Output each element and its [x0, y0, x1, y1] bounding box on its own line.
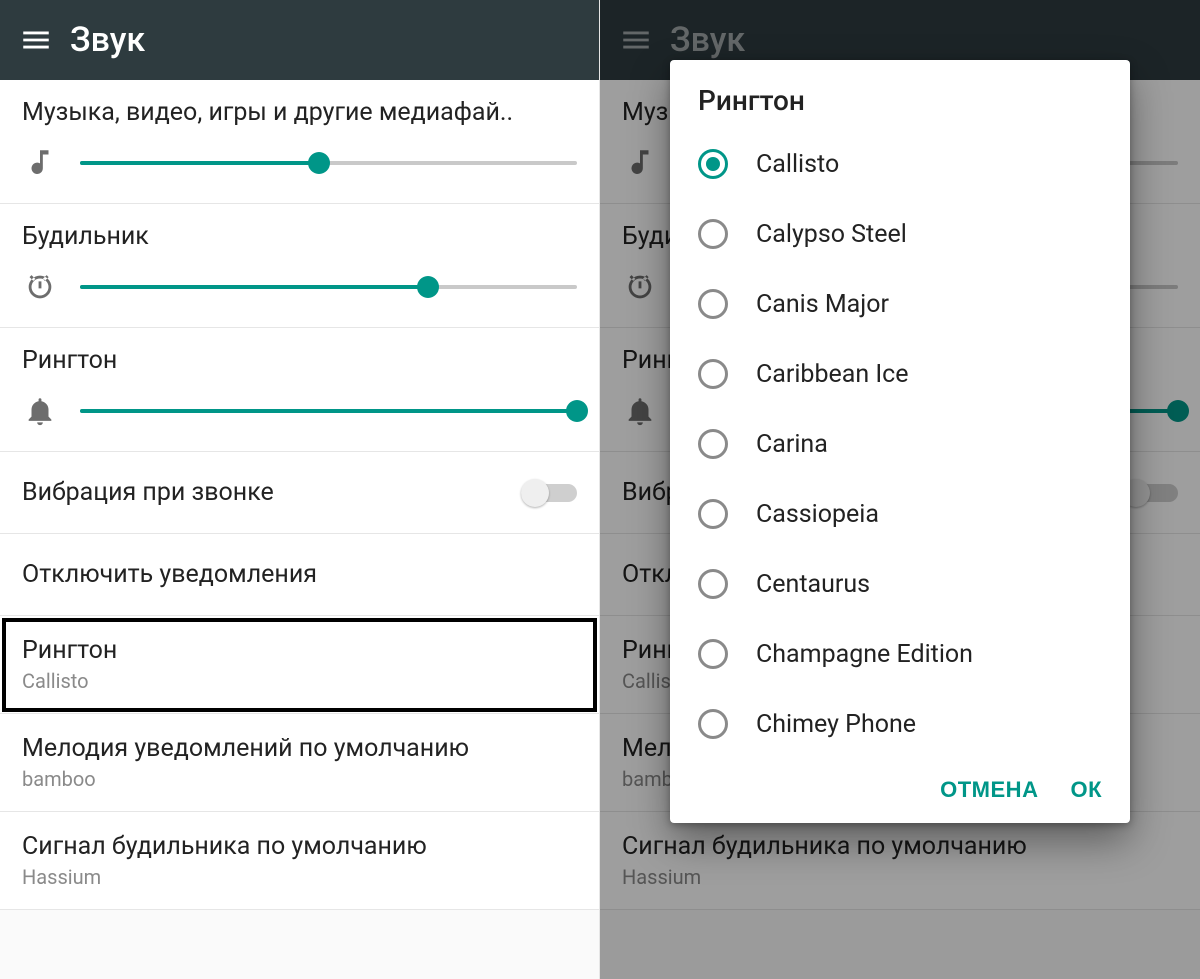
- ring-volume-label: Рингтон: [22, 346, 577, 375]
- ringtone-option-label: Caribbean Ice: [756, 360, 909, 389]
- alarm-volume-label: Будильник: [22, 222, 577, 251]
- sound-settings-screen-with-dialog: Звук Музыка, видео, игры и другие медиаф…: [600, 0, 1200, 979]
- alarm-clock-icon: [22, 269, 58, 305]
- appbar: Звук: [0, 0, 599, 80]
- hamburger-icon: [19, 23, 53, 57]
- ringtone-option-label: Chimey Phone: [756, 710, 916, 739]
- alarm-volume-section: Будильник: [0, 204, 599, 328]
- vibrate-on-call-row[interactable]: Вибрация при звонке: [0, 452, 599, 534]
- page-title: Звук: [70, 20, 145, 60]
- notification-row-label: Мелодия уведомлений по умолчанию: [22, 734, 577, 763]
- ringtone-option-label: Centaurus: [756, 570, 870, 599]
- notification-sound-row[interactable]: Мелодия уведомлений по умолчанию bamboo: [0, 714, 599, 812]
- bell-icon: [22, 393, 58, 429]
- notification-row-value: bamboo: [22, 767, 577, 791]
- ringtone-row[interactable]: Рингтон Callisto: [0, 616, 599, 714]
- ringtone-option-label: Cassiopeia: [756, 500, 879, 529]
- alarm-sound-row-label: Сигнал будильника по умолчанию: [22, 832, 577, 861]
- ringtone-option-label: Champagne Edition: [756, 640, 973, 669]
- sound-settings-screen: Звук Музыка, видео, игры и другие медиаф…: [0, 0, 600, 979]
- ringtone-row-label: Рингтон: [22, 636, 577, 665]
- radio-icon: [698, 359, 728, 389]
- ringtone-row-value: Callisto: [22, 669, 577, 693]
- radio-icon: [698, 709, 728, 739]
- music-note-icon: [22, 145, 58, 181]
- ringtone-option[interactable]: Carina: [670, 409, 1130, 479]
- ringtone-option[interactable]: Champagne Edition: [670, 619, 1130, 689]
- ringtone-option[interactable]: Canis Major: [670, 269, 1130, 339]
- ringtone-option-label: Canis Major: [756, 290, 889, 319]
- menu-button: [608, 12, 664, 68]
- ringtone-option-label: Carina: [756, 430, 828, 459]
- radio-icon: [698, 429, 728, 459]
- ringtone-option-label: Callisto: [756, 150, 839, 179]
- menu-button[interactable]: [8, 12, 64, 68]
- ringtone-option[interactable]: Cassiopeia: [670, 479, 1130, 549]
- ring-volume-slider[interactable]: [80, 393, 577, 429]
- vibrate-switch[interactable]: [521, 479, 577, 507]
- alarm-sound-row-value: Hassium: [22, 865, 577, 889]
- alarm-volume-slider[interactable]: [80, 269, 577, 305]
- radio-icon: [698, 639, 728, 669]
- radio-icon: [698, 149, 728, 179]
- ringtone-option[interactable]: Centaurus: [670, 549, 1130, 619]
- ringtone-option[interactable]: Callisto: [670, 129, 1130, 199]
- ok-button[interactable]: ОК: [1070, 777, 1102, 803]
- cancel-button[interactable]: ОТМЕНА: [940, 777, 1038, 803]
- ringtone-option[interactable]: Calypso Steel: [670, 199, 1130, 269]
- radio-icon: [698, 219, 728, 249]
- ringtone-option[interactable]: Caribbean Ice: [670, 339, 1130, 409]
- radio-icon: [698, 289, 728, 319]
- ringtone-option[interactable]: Chimey Phone: [670, 689, 1130, 759]
- alarm-sound-row[interactable]: Сигнал будильника по умолчанию Hassium: [0, 812, 599, 910]
- media-volume-label: Музыка, видео, игры и другие медиафай..: [22, 98, 577, 127]
- media-volume-slider[interactable]: [80, 145, 577, 181]
- dialog-title: Рингтон: [670, 84, 1130, 129]
- page-title: Звук: [670, 20, 745, 60]
- radio-icon: [698, 569, 728, 599]
- hamburger-icon: [619, 23, 653, 57]
- ringtone-option-label: Calypso Steel: [756, 220, 907, 249]
- vibrate-label: Вибрация при звонке: [22, 478, 274, 507]
- radio-icon: [698, 499, 728, 529]
- ringtone-dialog: Рингтон Callisto Calypso Steel Canis Major…: [670, 60, 1130, 823]
- dnd-row[interactable]: Отключить уведомления: [0, 534, 599, 616]
- media-volume-section: Музыка, видео, игры и другие медиафай..: [0, 80, 599, 204]
- ringtone-option-list: Callisto Calypso Steel Canis Major Caribbea…: [670, 129, 1130, 759]
- ring-volume-section: Рингтон: [0, 328, 599, 452]
